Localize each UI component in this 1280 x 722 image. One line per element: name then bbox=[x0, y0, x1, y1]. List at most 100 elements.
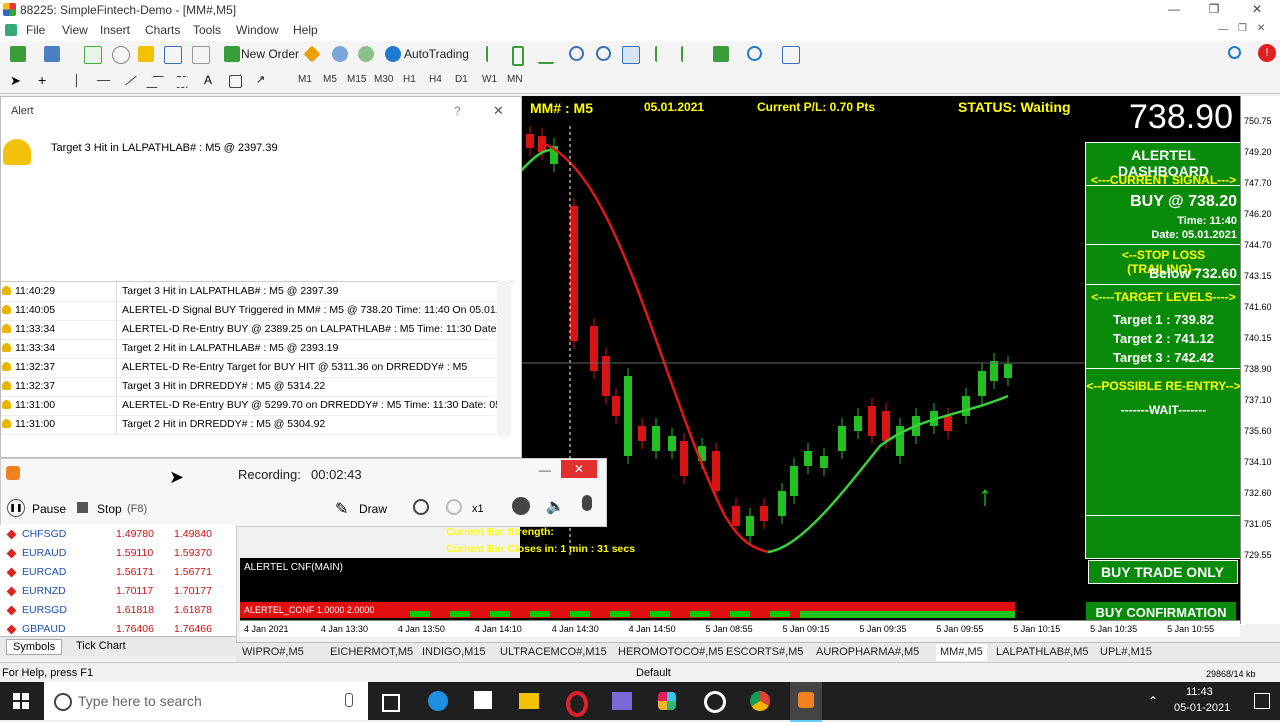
explorer-icon[interactable] bbox=[519, 693, 539, 709]
tf-d1[interactable]: D1 bbox=[455, 74, 468, 85]
menu-tools[interactable]: Tools bbox=[193, 23, 221, 37]
alert-close-button[interactable]: ✕ bbox=[493, 103, 504, 119]
zoom-in-icon[interactable] bbox=[569, 46, 584, 61]
market-icon[interactable] bbox=[358, 46, 374, 62]
webcam-icon[interactable] bbox=[512, 497, 530, 515]
tf-h1[interactable]: H1 bbox=[403, 74, 416, 85]
restore-button[interactable]: ❐ bbox=[1204, 2, 1224, 18]
taskbar-search[interactable]: Type here to search bbox=[44, 682, 368, 720]
tab-symbols[interactable]: Symbols bbox=[6, 639, 63, 655]
chart-tab[interactable]: ULTRACEMCO#,M15 bbox=[500, 646, 607, 658]
cursor-icon[interactable]: ➤ bbox=[10, 73, 26, 89]
signals-icon[interactable] bbox=[332, 46, 348, 62]
navigator-icon[interactable] bbox=[112, 46, 130, 64]
recorder-minimize-button[interactable]: — bbox=[539, 463, 551, 477]
chart-tab[interactable]: WIPRO#,M5 bbox=[242, 646, 304, 658]
alert-message-scrollbar[interactable] bbox=[499, 141, 511, 269]
tf-m1[interactable]: M1 bbox=[298, 74, 312, 85]
chrome-icon[interactable] bbox=[750, 691, 770, 711]
alert-list-row[interactable]: 11:32:37 ALERTEL-D Re-Entry Target for BU… bbox=[1, 358, 495, 378]
microphone-icon[interactable] bbox=[582, 495, 592, 511]
periods-icon[interactable] bbox=[747, 46, 762, 61]
app-icon-circle[interactable] bbox=[704, 691, 726, 713]
chart-tab[interactable]: AUROPHARMA#,M5 bbox=[816, 646, 919, 658]
tf-w1[interactable]: W1 bbox=[482, 74, 497, 85]
menu-view[interactable]: View bbox=[62, 23, 88, 37]
alert-window[interactable]: Alert ? ✕ Target 3 Hit in LALPATHLAB# : … bbox=[0, 96, 522, 458]
candlestick-icon[interactable] bbox=[512, 46, 524, 66]
market-watch-row[interactable]: EURAUD 1.59110 1.59370 bbox=[0, 544, 234, 563]
alert-list-row[interactable]: 11:33:34 Target 2 Hit in LALPATHLAB# : M5… bbox=[1, 339, 495, 359]
cortana-icon[interactable] bbox=[54, 693, 72, 711]
alert-list-row[interactable]: 11:33:34 ALERTEL-D Re-Entry BUY @ 2389.25… bbox=[1, 320, 511, 340]
alert-list-row[interactable]: 11:31:00 ALERTEL-D Re-Entry BUY @ 5299.70… bbox=[1, 396, 510, 416]
indicators-icon[interactable] bbox=[713, 46, 729, 62]
profiles-icon[interactable] bbox=[44, 46, 60, 62]
zoom-in-tool-icon[interactable] bbox=[413, 499, 429, 515]
text-icon[interactable]: A bbox=[204, 73, 212, 87]
channel-icon[interactable] bbox=[145, 76, 165, 88]
autoscroll-icon[interactable] bbox=[681, 46, 699, 62]
chart-tab[interactable]: HEROMOTOCO#,M5 bbox=[618, 646, 724, 658]
line-chart-icon[interactable] bbox=[538, 46, 554, 64]
recorder-close-button[interactable]: ✕ bbox=[561, 460, 597, 478]
menu-window[interactable]: Window bbox=[236, 23, 279, 37]
recorder-taskbar-icon[interactable] bbox=[790, 682, 822, 722]
chart-tab[interactable]: LALPATHLAB#,M5 bbox=[996, 646, 1089, 658]
tf-m15[interactable]: M15 bbox=[347, 74, 366, 85]
windows-start-icon[interactable] bbox=[13, 693, 29, 709]
alert-help-button[interactable]: ? bbox=[454, 104, 461, 118]
pause-icon[interactable]: ❚❚ bbox=[7, 499, 25, 517]
label-icon[interactable] bbox=[229, 75, 242, 88]
new-order-icon[interactable] bbox=[224, 46, 240, 62]
tab-tick-chart[interactable]: Tick Chart bbox=[76, 640, 126, 652]
speaker-icon[interactable]: 🔈 bbox=[546, 497, 565, 515]
chart-shift-icon[interactable] bbox=[655, 46, 673, 62]
templates-icon[interactable] bbox=[782, 46, 800, 64]
menu-file[interactable]: File bbox=[26, 23, 45, 37]
new-chart-icon[interactable] bbox=[10, 46, 26, 62]
opera-icon[interactable] bbox=[566, 691, 588, 717]
zoom-out-tool-icon[interactable] bbox=[446, 499, 462, 515]
arrows-icon[interactable]: ↗ bbox=[256, 73, 272, 89]
autotrading-button[interactable]: AutoTrading bbox=[404, 47, 469, 61]
crosshair-icon[interactable]: + bbox=[38, 73, 54, 89]
alert-list-scrollbar[interactable] bbox=[497, 281, 511, 437]
tile-windows-icon[interactable] bbox=[622, 46, 640, 64]
app-menu-icon[interactable] bbox=[5, 24, 17, 36]
autotrading-icon[interactable] bbox=[385, 46, 401, 62]
chart-tab[interactable]: INDIGO,M15 bbox=[422, 646, 486, 658]
app-icon-slack[interactable] bbox=[658, 692, 676, 710]
notification-center-icon[interactable] bbox=[1254, 693, 1270, 709]
notifications-icon[interactable]: ! bbox=[1258, 44, 1276, 62]
stop-button[interactable]: Stop bbox=[97, 502, 122, 516]
alert-list-row[interactable]: 11:31:00 Target 2 Hit in DRREDDY# : M5 @ … bbox=[1, 415, 495, 435]
task-view-icon[interactable] bbox=[382, 694, 400, 712]
tf-h4[interactable]: H4 bbox=[429, 74, 442, 85]
menu-charts[interactable]: Charts bbox=[145, 23, 180, 37]
chart-tab[interactable]: MM#,M5 bbox=[936, 644, 987, 661]
stop-icon[interactable] bbox=[77, 502, 88, 513]
market-watch[interactable]: CHFSGD 1.49780 1.49840 EURAUD 1.59110 1.59370… bbox=[0, 525, 237, 656]
market-watch-row[interactable]: EURSGD 1.61818 1.61878 bbox=[0, 601, 234, 620]
terminal-icon[interactable] bbox=[164, 46, 182, 64]
app-icon-purple[interactable] bbox=[612, 692, 632, 710]
vertical-line-icon[interactable] bbox=[76, 74, 77, 87]
market-watch-row[interactable]: CHFSGD 1.49780 1.49840 bbox=[0, 525, 234, 544]
market-watch-icon[interactable] bbox=[84, 46, 102, 64]
restore-child-icon[interactable]: ❐ bbox=[1238, 23, 1247, 34]
close-window-button[interactable]: ✕ bbox=[1247, 2, 1267, 18]
menu-help[interactable]: Help bbox=[293, 23, 318, 37]
alert-list-row[interactable]: 11:32:37 Target 3 Hit in DRREDDY# : M5 @ … bbox=[1, 377, 495, 397]
store-icon[interactable] bbox=[474, 691, 492, 709]
fibonacci-icon[interactable] bbox=[176, 76, 188, 88]
chart-tab[interactable]: EICHERMOT,M5 bbox=[330, 646, 413, 658]
menu-insert[interactable]: Insert bbox=[100, 23, 130, 37]
chart-tab[interactable]: ESCORTS#,M5 bbox=[726, 646, 803, 658]
bar-chart-icon[interactable] bbox=[486, 46, 494, 62]
data-window-icon[interactable] bbox=[138, 46, 154, 62]
search-placeholder[interactable]: Type here to search bbox=[78, 693, 202, 709]
new-order-button[interactable]: New Order bbox=[241, 47, 299, 61]
horizontal-line-icon[interactable] bbox=[97, 80, 110, 81]
minimize-child-icon[interactable]: — bbox=[1218, 24, 1228, 35]
